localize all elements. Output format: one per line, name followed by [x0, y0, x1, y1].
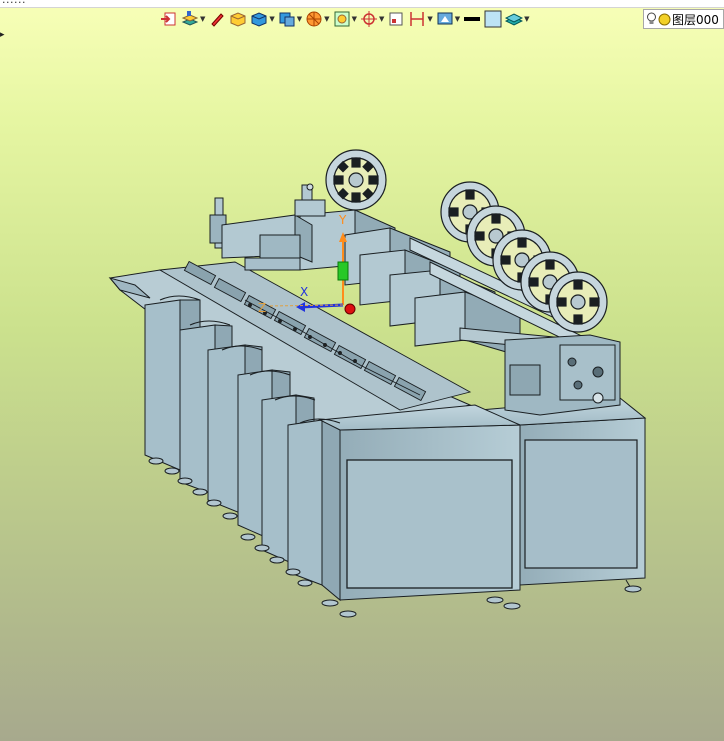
triad-green-handle[interactable] [337, 261, 349, 281]
left-gantry [209, 183, 326, 271]
render-sphere-icon [306, 11, 322, 27]
pen-button[interactable] [208, 8, 226, 30]
toolbar: ▼ ▼ ▼ ▼ ▼ ▼ ▼ ▼ ▼ [160, 6, 724, 32]
frame-icon [389, 12, 403, 26]
z-axis-label: Z [258, 301, 266, 315]
snap-button[interactable]: ▼ [360, 8, 384, 30]
x-axis-label: X [300, 285, 308, 299]
layer-stack-icon [181, 11, 199, 26]
layers-button[interactable]: ▼ [505, 8, 530, 30]
layer-stack-button[interactable]: ▼ [181, 8, 205, 30]
dimension-icon [410, 12, 425, 26]
pen-icon [211, 13, 225, 27]
window-title: ...... [2, 0, 26, 6]
bulb-icon[interactable] [646, 12, 657, 26]
box-yellow-icon [230, 12, 246, 27]
section-plane-icon [334, 11, 350, 27]
import-button[interactable] [160, 8, 178, 30]
cursor-icon: ▸ [0, 30, 5, 40]
section-plane-button[interactable]: ▼ [333, 8, 357, 30]
sun-icon[interactable] [658, 13, 671, 26]
line-style-button[interactable] [463, 8, 481, 30]
view-cube-button[interactable]: ▼ [278, 8, 302, 30]
layers-icon [505, 13, 524, 26]
snap-target-icon [360, 11, 377, 27]
solid-box-button[interactable] [229, 8, 247, 30]
import-icon [161, 12, 176, 26]
blue-box-button[interactable]: ▼ [250, 8, 275, 30]
box-blue-icon [251, 12, 267, 27]
display-mode-icon [437, 12, 453, 25]
render-button[interactable]: ▼ [305, 8, 330, 30]
view-cube-icon [279, 12, 295, 27]
frame-button[interactable] [387, 8, 405, 30]
layer-selector[interactable]: 图层000 [643, 9, 724, 29]
line-style-icon [464, 17, 481, 21]
color-swatch-icon [484, 10, 502, 28]
dimension-button[interactable]: ▼ [408, 8, 433, 30]
color-swatch-button[interactable] [484, 8, 502, 30]
3d-viewport[interactable]: Y Z X ▸ [0, 0, 724, 741]
machine-model[interactable]: Y Z X [0, 0, 724, 741]
display-mode-button[interactable]: ▼ [436, 8, 460, 30]
layer-name: 图层000 [672, 12, 719, 27]
triad-origin[interactable] [344, 303, 356, 315]
y-axis-label: Y [338, 213, 347, 227]
